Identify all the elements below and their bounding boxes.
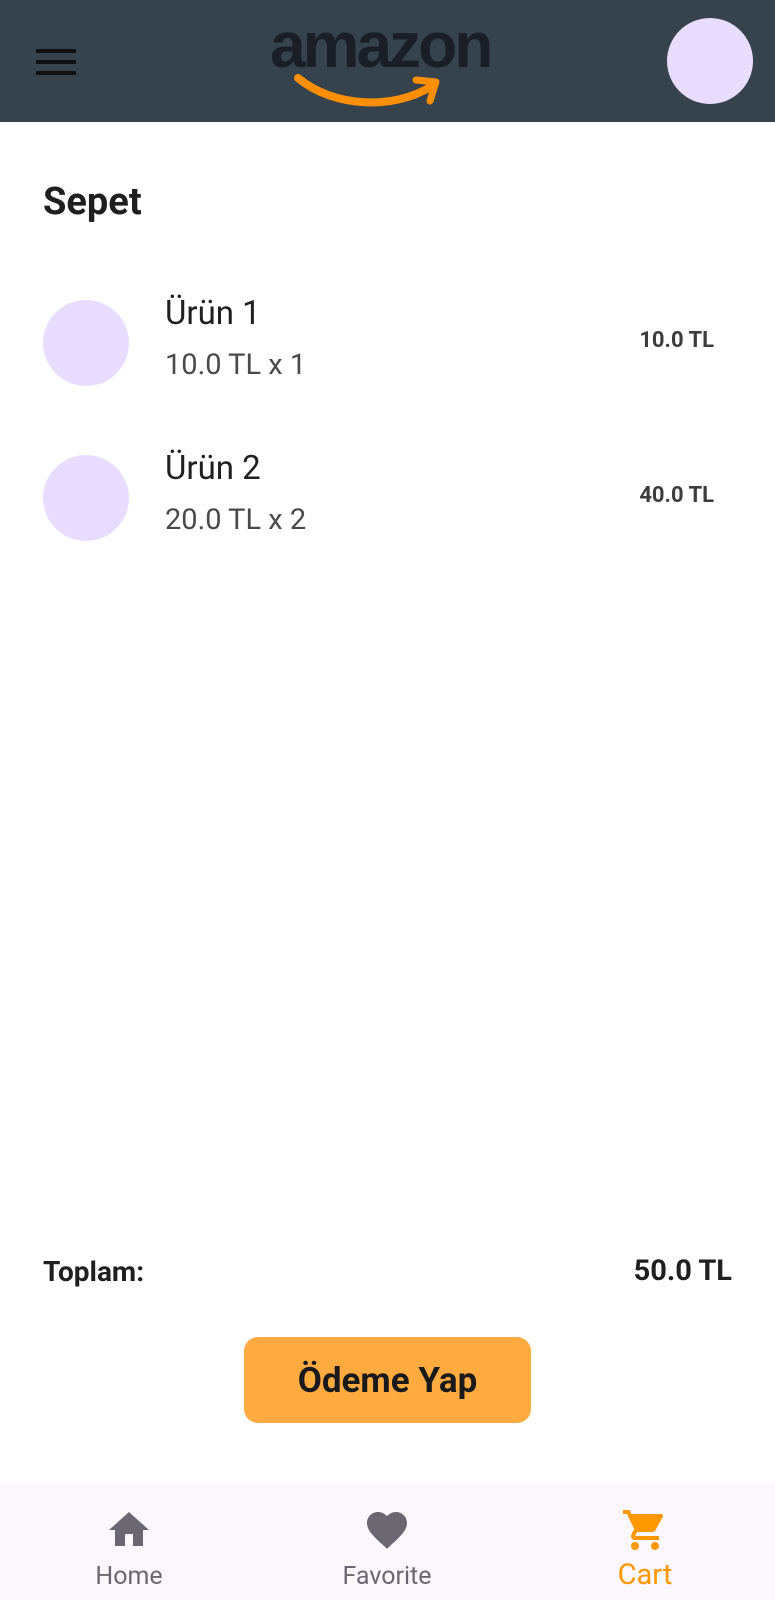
- cart-list-item[interactable]: Ürün 1 10.0 TL x 1 10.0 TL: [0, 280, 775, 390]
- hamburger-menu-icon-bar: [36, 71, 76, 75]
- product-line-total: 40.0 TL: [639, 483, 714, 508]
- product-name: Ürün 1: [165, 294, 261, 333]
- amazon-logo: amazon: [270, 10, 502, 110]
- cart-list-item[interactable]: Ürün 2 20.0 TL x 2 40.0 TL: [0, 435, 775, 545]
- product-line-total: 10.0 TL: [639, 328, 714, 353]
- nav-label-favorite: Favorite: [342, 1562, 432, 1591]
- bottom-navigation-bar: Home Favorite Cart: [0, 1484, 775, 1600]
- nav-item-home[interactable]: Home: [0, 1484, 258, 1600]
- pay-button[interactable]: Ödeme Yap: [244, 1337, 531, 1423]
- product-thumbnail: [43, 300, 129, 386]
- logo-smile-icon: [294, 74, 440, 107]
- nav-label-cart: Cart: [617, 1558, 673, 1592]
- app-bar: amazon: [0, 0, 775, 122]
- heart-icon: [367, 1512, 407, 1549]
- nav-item-favorite[interactable]: Favorite: [258, 1484, 516, 1600]
- hamburger-menu-icon-bar: [36, 60, 76, 64]
- hamburger-menu-icon: [36, 49, 76, 53]
- menu-button[interactable]: [36, 42, 84, 82]
- nav-item-cart[interactable]: Cart: [516, 1484, 774, 1600]
- profile-avatar[interactable]: [667, 18, 753, 104]
- total-label: Toplam:: [43, 1255, 145, 1288]
- page-title: Sepet: [43, 180, 142, 224]
- product-thumbnail: [43, 455, 129, 541]
- product-price-quantity: 20.0 TL x 2: [165, 503, 307, 537]
- cart-icon: [623, 1510, 664, 1550]
- product-price-quantity: 10.0 TL x 1: [165, 348, 307, 382]
- home-icon: [109, 1512, 149, 1546]
- total-value: 50.0 TL: [633, 1254, 732, 1288]
- product-name: Ürün 2: [165, 449, 261, 488]
- nav-label-home: Home: [95, 1562, 163, 1591]
